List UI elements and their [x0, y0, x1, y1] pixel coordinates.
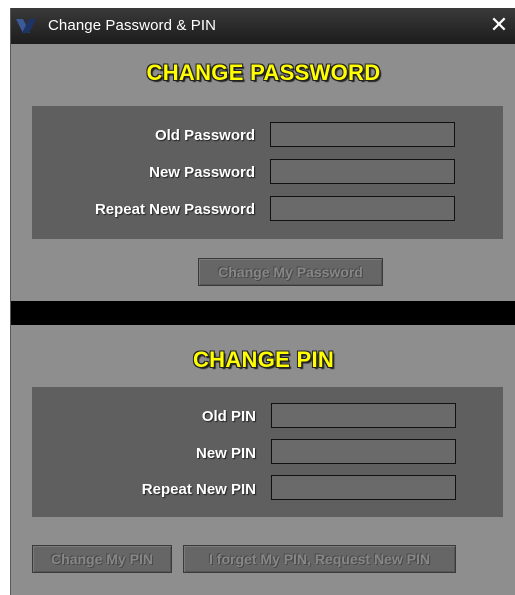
repeat-new-password-label: Repeat New Password [94, 201, 255, 218]
repeat-new-pin-label: Repeat New PIN [141, 481, 256, 498]
app-logo-icon [16, 19, 36, 33]
close-icon[interactable]: ✕ [488, 13, 510, 37]
old-pin-input[interactable] [271, 403, 456, 428]
password-form-panel: Old Password New Password Repeat New Pas… [32, 106, 503, 239]
new-password-label: New Password [149, 164, 255, 181]
change-pin-button[interactable]: Change My PIN [32, 545, 172, 573]
change-password-heading: CHANGE PASSWORD [146, 60, 381, 85]
old-password-label: Old Password [154, 127, 255, 144]
forgot-pin-button[interactable]: I forget My PIN, Request New PIN [183, 545, 456, 573]
new-pin-input[interactable] [271, 439, 456, 464]
change-password-pin-dialog: Change Password & PIN ✕ CHANGE PASSWORD … [10, 8, 515, 595]
new-password-input[interactable] [270, 159, 455, 184]
old-password-input[interactable] [270, 122, 455, 147]
title-bar[interactable]: Change Password & PIN ✕ [11, 8, 515, 44]
repeat-new-password-input[interactable] [270, 196, 455, 221]
change-password-button[interactable]: Change My Password [198, 258, 383, 286]
old-pin-label: Old PIN [201, 408, 256, 425]
pin-form-panel: Old PIN New PIN Repeat New PIN [32, 387, 503, 517]
window-title: Change Password & PIN [48, 17, 217, 34]
new-pin-label: New PIN [195, 445, 256, 462]
section-divider [11, 301, 515, 325]
repeat-new-pin-input[interactable] [271, 475, 456, 500]
change-pin-heading: CHANGE PIN [192, 347, 335, 372]
